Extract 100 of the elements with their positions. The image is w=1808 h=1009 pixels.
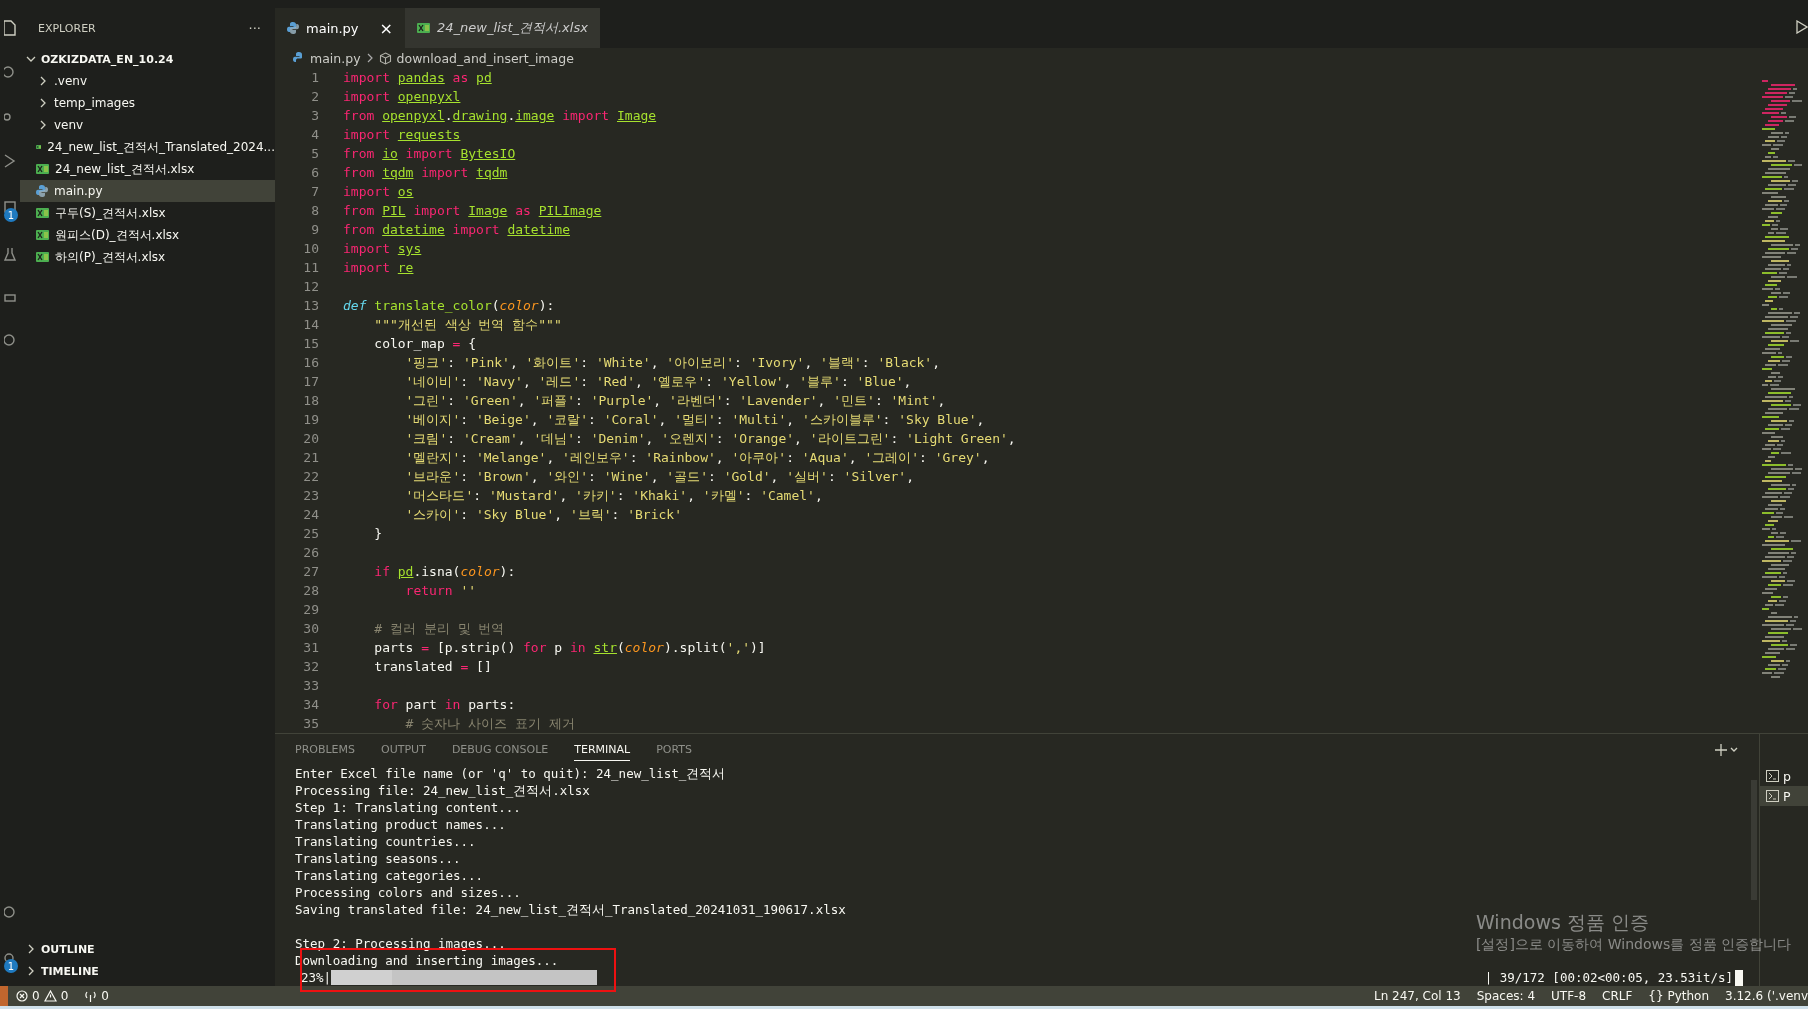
- line-number: 15: [302, 336, 319, 351]
- breadcrumb-item[interactable]: main.py: [310, 50, 361, 66]
- editor-tab[interactable]: 24_new_list_견적서.xlsx: [404, 8, 600, 48]
- run-icon[interactable]: [1796, 20, 1808, 34]
- code-line: '핑크': 'Pink', '화이트': 'White', '아이보리': 'Ivory', '블랙': 'Black',: [404, 353, 941, 372]
- code-line: import re: [343, 260, 414, 275]
- line-number: 21: [302, 450, 319, 465]
- problems-status[interactable]: 0 0: [8, 989, 77, 1003]
- sidebar-section-header[interactable]: OUTLINE: [20, 938, 275, 960]
- progress-percent: 23%|: [301, 969, 332, 986]
- code-line: if pd.isna(color):: [373, 564, 516, 579]
- line-number: 32: [302, 659, 319, 674]
- line-number: 19: [302, 412, 319, 427]
- sidebar-section-header[interactable]: TIMELINE: [20, 960, 275, 982]
- status-item[interactable]: CRLF: [1594, 989, 1641, 1003]
- files-icon[interactable]: [4, 20, 16, 36]
- code-line: for part in parts:: [373, 697, 516, 712]
- line-number: 29: [302, 602, 319, 617]
- line-number: 4: [310, 127, 319, 142]
- line-number: 13: [302, 298, 319, 313]
- terminal-line: Step 2: Processing images...: [295, 935, 506, 952]
- code-line: import pandas as pd: [343, 70, 492, 85]
- status-item[interactable]: UTF-8: [1543, 989, 1595, 1003]
- file-item[interactable]: 하의(P)_견적서.xlsx: [20, 246, 275, 268]
- file-item[interactable]: 24_new_list_견적서_Translated_2024...: [20, 136, 275, 158]
- terminal-line: Translating product names...: [295, 816, 506, 833]
- chevron-icon: [26, 944, 36, 954]
- folder-item[interactable]: temp_images: [20, 92, 275, 114]
- notification-badge: 1: [4, 208, 18, 222]
- line-number: 33: [302, 678, 319, 693]
- folder-item[interactable]: .venv: [20, 70, 275, 92]
- line-number: 9: [310, 222, 319, 237]
- code-line: import os: [343, 184, 414, 199]
- folder-item[interactable]: venv: [20, 114, 275, 136]
- chevron-icon: [26, 54, 36, 64]
- error-icon: [16, 990, 28, 1002]
- panel-tab[interactable]: TERMINAL: [574, 738, 631, 761]
- line-number: 1: [310, 70, 319, 85]
- code-line: '머스타드': 'Mustard', '카키': 'Khaki', '카멜': 'Camel',: [404, 486, 823, 505]
- terminal-line: Translating categories...: [295, 867, 484, 884]
- panel-tab[interactable]: DEBUG CONSOLE: [451, 738, 549, 761]
- editor-tab[interactable]: main.py ×: [275, 8, 405, 48]
- code-line: """개선된 색상 번역 함수""": [373, 315, 562, 334]
- code-line: def translate_color(color):: [343, 298, 555, 313]
- ports-status[interactable]: 0: [76, 989, 117, 1003]
- line-number: 35: [302, 716, 319, 731]
- line-number: 17: [302, 374, 319, 389]
- run-icon[interactable]: [4, 154, 16, 168]
- line-number: 30: [302, 621, 319, 636]
- panel-tab[interactable]: PORTS: [656, 738, 692, 761]
- file-item[interactable]: 구두(S)_견적서.xlsx: [20, 202, 275, 224]
- line-number: 27: [302, 564, 319, 579]
- line-number: 14: [302, 317, 319, 332]
- spreadsheet-file-icon: [36, 229, 49, 241]
- python-file-icon: [293, 52, 305, 64]
- more-actions-button[interactable]: ···: [248, 20, 261, 36]
- line-number: 24: [302, 507, 319, 522]
- panel-tab[interactable]: PROBLEMS: [295, 738, 356, 761]
- line-number: 3: [310, 108, 319, 123]
- code-line: from io import BytesIO: [343, 146, 516, 161]
- line-number: 5: [310, 146, 319, 161]
- code-line: parts = [p.strip() for p in str(color).split(',')]: [373, 640, 766, 655]
- code-line: translated = []: [373, 659, 492, 674]
- panel-tab[interactable]: OUTPUT: [381, 738, 426, 761]
- interpreter-status[interactable]: 3.12.6 ('.venv: [1717, 989, 1808, 1003]
- close-tab-button[interactable]: ×: [379, 18, 393, 38]
- terminal-list-item[interactable]: p: [1760, 766, 1808, 786]
- flask-icon[interactable]: [4, 247, 16, 261]
- code-line: '멜란지': 'Melange', '레인보우': 'Rainbow', '아쿠아': 'Aqua', '그레이': 'Grey',: [404, 448, 990, 467]
- language-mode[interactable]: {} Python: [1640, 989, 1718, 1003]
- code-line: '네이비': 'Navy', '레드': 'Red', '옐로우': 'Yellow', '블루': 'Blue',: [404, 372, 912, 391]
- line-number: 16: [302, 355, 319, 370]
- breadcrumb-item[interactable]: download_and_insert_image: [396, 50, 574, 66]
- terminal-line: Enter Excel file name (or 'q' to quit): 24_new_list_견적서: [295, 765, 726, 782]
- notification-badge: 1: [4, 959, 18, 973]
- file-item[interactable]: 24_new_list_견적서.xlsx: [20, 158, 275, 180]
- add-terminal-icon[interactable]: [1715, 743, 1739, 756]
- line-number: 6: [310, 165, 319, 180]
- terminal-line: Translating seasons...: [295, 850, 461, 867]
- terminal-list-item[interactable]: P: [1760, 786, 1808, 806]
- status-item[interactable]: Spaces: 4: [1468, 989, 1544, 1003]
- terminal-line: Saving translated file: 24_new_list_견적서_Translated_20241031_190617.xlsx: [295, 901, 846, 918]
- code-line: from datetime import datetime: [343, 222, 570, 237]
- code-line: return '': [404, 583, 477, 598]
- activation-title: Windows 정품 인증: [1476, 910, 1650, 935]
- line-number: 26: [302, 545, 319, 560]
- file-item[interactable]: 원피스(D)_견적서.xlsx: [20, 224, 275, 246]
- chevron-icon: [38, 98, 48, 108]
- status-item[interactable]: Ln 247, Col 13: [1365, 989, 1469, 1003]
- file-item[interactable]: main.py: [20, 180, 275, 202]
- code-line: from tqdm import tqdm: [343, 165, 508, 180]
- line-number: 28: [302, 583, 319, 598]
- spreadsheet-file-icon: [416, 22, 430, 34]
- terminal-line: Processing colors and sizes...: [295, 884, 521, 901]
- code-line: '베이지': 'Beige', '코랄': 'Coral', '멀티': 'Multi', '스카이블루': 'Sky Blue',: [404, 410, 985, 429]
- code-line: # 숫자나 사이즈 표기 제거: [404, 714, 575, 733]
- workspace-folder[interactable]: OZKIZDATA_EN_10.24: [20, 48, 275, 70]
- line-number: 34: [302, 697, 319, 712]
- line-number: 2: [310, 89, 319, 104]
- line-number: 7: [310, 184, 319, 199]
